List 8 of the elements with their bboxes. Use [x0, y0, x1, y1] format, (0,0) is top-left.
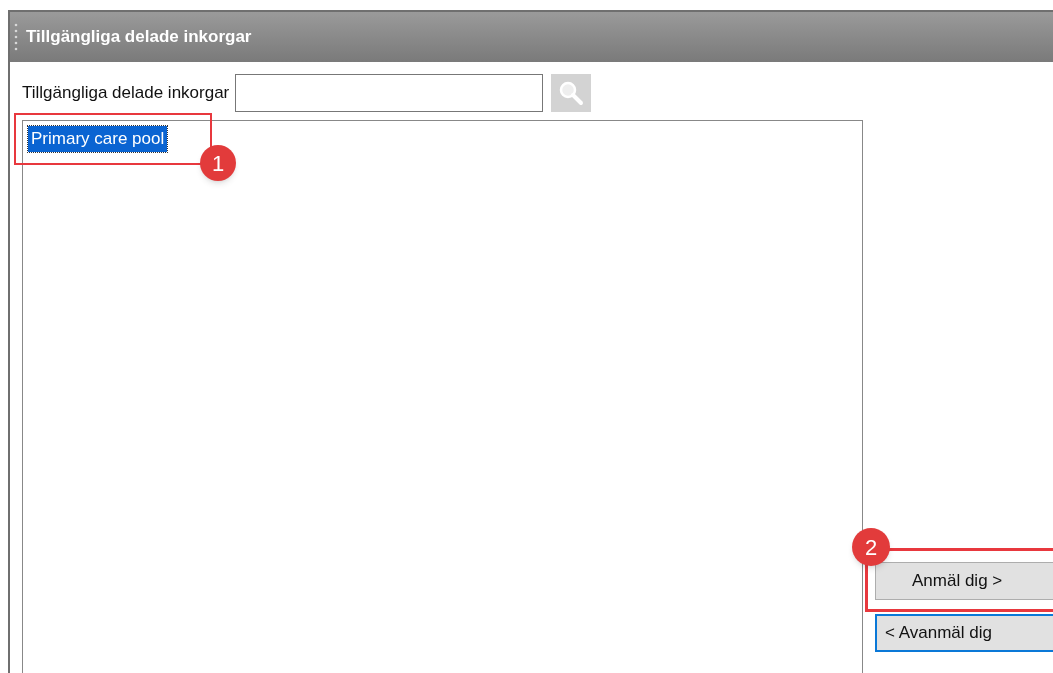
action-button[interactable]: < Avanmäl dig: [875, 614, 1053, 652]
action-button[interactable]: Anmäl dig >: [875, 562, 1053, 600]
search-label: Tillgängliga delade inkorgar: [22, 82, 230, 105]
panel-title: Tillgängliga delade inkorgar: [26, 26, 252, 49]
search-field[interactable]: [235, 74, 544, 112]
search-icon: [558, 80, 585, 106]
grip-icon: [14, 22, 18, 52]
list-item[interactable]: Primary care pool: [28, 126, 168, 152]
